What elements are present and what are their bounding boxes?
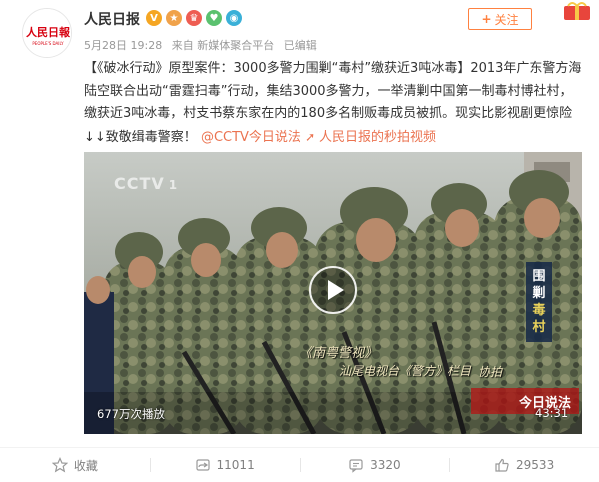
channel-name: CCTV [114, 174, 165, 193]
svg-text:PEOPLE'S DAILY: PEOPLE'S DAILY [32, 41, 64, 46]
channel-number: 1 [168, 178, 179, 192]
video-caption-line2: 汕尾电视台《警方》栏目 [339, 364, 472, 378]
video-player[interactable]: CCTV 1 围 剿 毒 村 《南粤警视》 汕尾电视台《警方》栏目 协拍 今日说法… [84, 152, 582, 434]
heart-icon[interactable]: ♥ [206, 10, 222, 26]
favorite-label: 收藏 [73, 458, 98, 473]
repost-icon [195, 459, 210, 471]
like-button[interactable]: 29533 [449, 448, 599, 482]
side-tag-1: 围 [532, 269, 546, 284]
camera-icon[interactable]: ◉ [226, 10, 242, 26]
video-caption-line3: 协拍 [478, 365, 503, 379]
comment-count: 3320 [370, 458, 401, 472]
post-meta: 5月28日 19:28 来自 新媒体聚合平台 已编辑 [84, 37, 323, 53]
repost-button[interactable]: 11011 [149, 448, 300, 482]
like-icon [495, 458, 509, 472]
gift-icon[interactable] [560, 0, 594, 22]
user-badges: V ★ ♛ ♥ ◉ [146, 10, 242, 26]
channel-watermark: CCTV 1 [114, 174, 178, 193]
like-count: 29533 [516, 458, 555, 472]
post-time[interactable]: 5月28日 19:28 [84, 39, 162, 52]
side-tag-3: 毒 [532, 303, 546, 318]
action-bar: 收藏 11011 3320 29533 [0, 448, 599, 482]
side-tag-4: 村 [532, 320, 546, 335]
program-side-tag: 围 剿 毒 村 [526, 262, 552, 342]
vip-icon[interactable]: ♛ [186, 10, 202, 26]
repost-count: 11011 [216, 458, 255, 472]
star-icon[interactable]: ★ [166, 10, 182, 26]
svg-text:人民日報: 人民日報 [26, 25, 71, 39]
comment-button[interactable]: 3320 [299, 448, 450, 482]
avatar[interactable]: 人民日報 PEOPLE'S DAILY [22, 8, 72, 58]
side-tag-2: 剿 [532, 286, 546, 301]
post-source[interactable]: 来自 新媒体聚合平台 [172, 39, 275, 52]
edited-label[interactable]: 已编辑 [284, 39, 317, 52]
username[interactable]: 人民日报 [84, 9, 140, 29]
follow-label: 关注 [494, 12, 519, 27]
favorite-button[interactable]: 收藏 [0, 448, 150, 482]
link-icon: ➚ [305, 129, 319, 144]
post-text: 【《破冰行动》原型案件：3000多警力围剿“毒村”缴获近3吨冰毒】2013年广东… [84, 58, 584, 149]
verified-icon[interactable]: V [146, 10, 162, 26]
play-icon[interactable] [309, 266, 357, 314]
weibo-card: 人民日報 PEOPLE'S DAILY 人民日报 V ★ ♛ ♥ ◉ + 关注 … [0, 0, 599, 482]
comment-icon [349, 459, 363, 473]
video-caption-line1: 《南粤警视》 [299, 346, 378, 361]
video-duration: 43:31 [535, 406, 569, 420]
follow-button[interactable]: + 关注 [468, 8, 532, 30]
favorite-icon [51, 457, 68, 473]
mention-link[interactable]: @CCTV今日说法 [201, 130, 301, 145]
view-count: 677万次播放 [97, 407, 165, 421]
avatar-logo: 人民日報 PEOPLE'S DAILY [23, 9, 71, 57]
plus-icon: + [481, 12, 492, 26]
video-link[interactable]: 人民日报的秒拍视频 [319, 130, 436, 145]
